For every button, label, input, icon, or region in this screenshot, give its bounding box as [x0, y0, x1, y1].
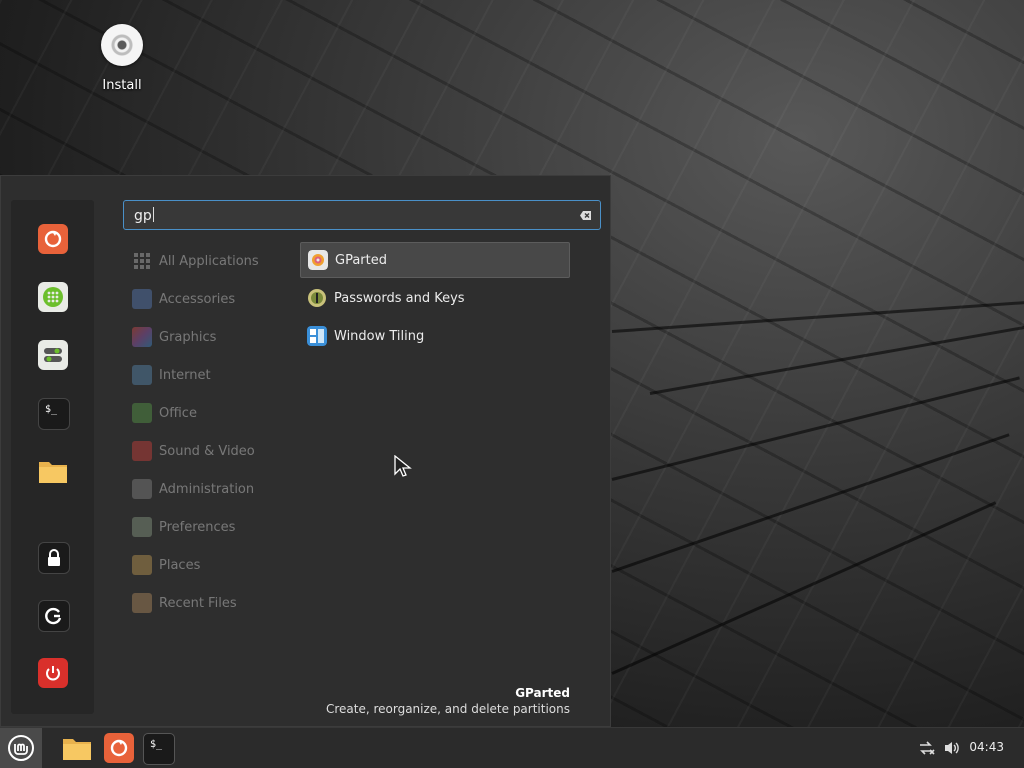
category-office[interactable]: Office	[132, 402, 197, 424]
admin-icon	[132, 479, 152, 499]
gparted-icon	[308, 250, 328, 270]
app-label: Passwords and Keys	[334, 290, 465, 306]
network-disconnected-icon[interactable]	[918, 740, 936, 756]
category-sound-video[interactable]: Sound & Video	[132, 440, 255, 462]
app-label: GParted	[335, 252, 387, 268]
tiling-icon	[307, 326, 327, 346]
category-internet[interactable]: Internet	[132, 364, 211, 386]
wallpaper-stripe	[611, 501, 997, 675]
category-label: Administration	[159, 481, 255, 497]
folder-icon[interactable]	[38, 456, 68, 486]
play-icon	[132, 441, 152, 461]
taskbar-firefox[interactable]	[104, 733, 134, 763]
category-label: Recent Files	[159, 595, 237, 611]
wallpaper-stripe	[649, 326, 1024, 395]
desktop-icon-install[interactable]: Install	[90, 24, 154, 93]
clear-search-icon[interactable]	[579, 209, 592, 222]
category-label: Office	[159, 405, 197, 421]
mouse-cursor-icon	[394, 455, 412, 477]
folder-icon	[63, 739, 91, 760]
grid-icon[interactable]	[38, 282, 68, 312]
app-description-title: GParted	[515, 686, 570, 700]
volume-icon[interactable]	[943, 740, 961, 756]
category-places[interactable]: Places	[132, 554, 200, 576]
disc-icon	[101, 24, 143, 66]
accessories-icon	[132, 289, 152, 309]
category-accessories[interactable]: Accessories	[132, 288, 235, 310]
app-gparted[interactable]: GParted	[300, 242, 570, 278]
logout-icon[interactable]	[38, 600, 70, 632]
category-label: All Applications	[159, 253, 259, 269]
power-icon[interactable]	[38, 658, 68, 688]
wallpaper-stripe	[611, 376, 1020, 481]
preferences-icon	[132, 517, 152, 537]
category-label: Preferences	[159, 519, 236, 535]
keys-icon	[308, 289, 326, 307]
search-input-text: gp	[134, 207, 154, 224]
desktop-icon-label: Install	[102, 78, 142, 93]
taskbar-terminal[interactable]: $_	[143, 733, 175, 765]
search-input[interactable]: gp	[123, 200, 601, 230]
firefox-icon[interactable]	[38, 224, 68, 254]
category-all-applications[interactable]: All Applications	[132, 250, 259, 272]
category-label: Graphics	[159, 329, 217, 345]
folder-icon	[132, 555, 152, 575]
category-recent-files[interactable]: Recent Files	[132, 592, 237, 614]
firefox-icon	[110, 739, 128, 757]
favorites-bar: $_	[11, 200, 94, 714]
terminal-icon[interactable]: $_	[38, 398, 70, 430]
app-label: Window Tiling	[334, 328, 425, 344]
toggles-icon[interactable]	[38, 340, 68, 370]
office-icon	[132, 403, 152, 423]
grid-dots-icon	[134, 253, 150, 269]
wallpaper-stripe	[611, 300, 1024, 333]
category-label: Internet	[159, 367, 211, 383]
panel-clock[interactable]: 04:43	[969, 740, 1004, 754]
category-label: Places	[159, 557, 201, 573]
graphics-icon	[132, 327, 152, 347]
menu-button[interactable]	[0, 728, 42, 768]
mint-logo-icon	[8, 735, 34, 761]
app-passwords-and-keys[interactable]: Passwords and Keys	[300, 280, 570, 316]
lock-icon[interactable]	[38, 542, 70, 574]
application-menu: $_ gp All Applications Accessories Graph…	[0, 175, 611, 727]
app-description-text: Create, reorganize, and delete partition…	[325, 702, 570, 716]
wallpaper-stripe	[611, 433, 1010, 573]
category-graphics[interactable]: Graphics	[132, 326, 216, 348]
cloud-icon	[132, 365, 152, 385]
app-window-tiling[interactable]: Window Tiling	[300, 318, 570, 354]
category-preferences[interactable]: Preferences	[132, 516, 235, 538]
terminal-icon: $_	[149, 738, 163, 750]
category-label: Sound & Video	[159, 443, 255, 459]
bottom-panel: $_ 04:43	[0, 727, 1024, 768]
taskbar-files[interactable]	[62, 733, 92, 763]
category-label: Accessories	[159, 291, 236, 307]
app-description: GParted Create, reorganize, and delete p…	[326, 686, 570, 716]
category-administration[interactable]: Administration	[132, 478, 254, 500]
recent-icon	[132, 593, 152, 613]
